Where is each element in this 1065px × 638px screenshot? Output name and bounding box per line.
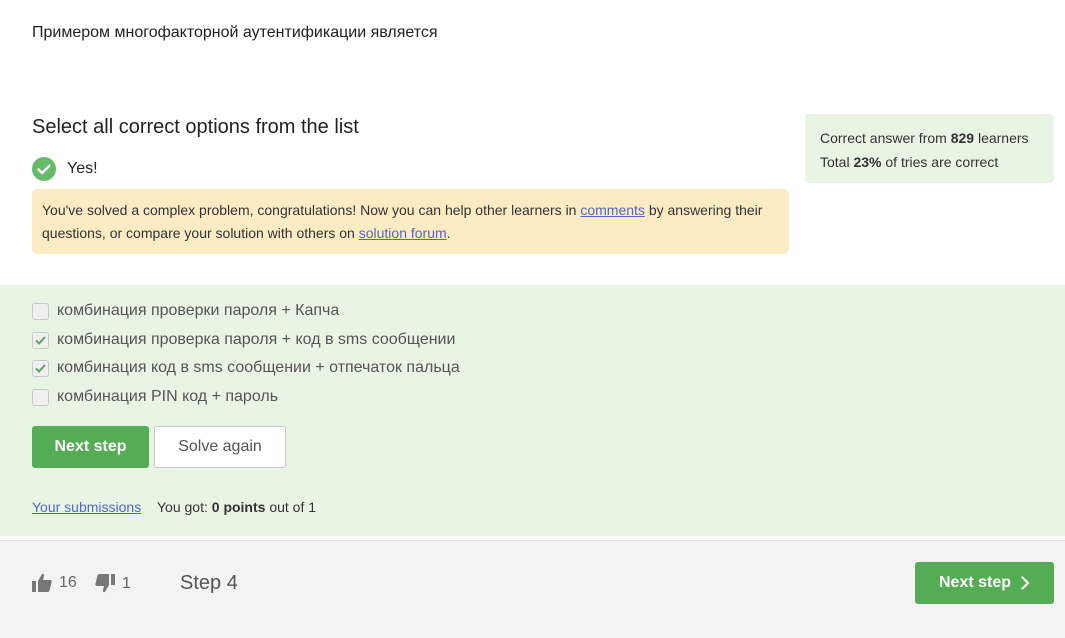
success-notice: You've solved a complex problem, congrat… (32, 189, 789, 254)
option-label: комбинация PIN код + пароль (57, 388, 279, 405)
solution-forum-link[interactable]: solution forum (359, 225, 447, 241)
thumbs-up-icon (32, 573, 52, 592)
likes-count: 16 (59, 573, 77, 591)
stats-percent-line: Total 23% of tries are correct (820, 150, 1039, 174)
checkbox-unchecked-icon[interactable] (32, 302, 49, 320)
like-button[interactable]: 16 (32, 573, 77, 592)
stats-learners-suffix: learners (974, 130, 1029, 146)
learners-count: 829 (950, 130, 975, 146)
stats-percent-suffix: of tries are correct (881, 154, 999, 170)
checkbox-checked-icon[interactable] (32, 331, 49, 349)
option-label: комбинация код в sms сообщении + отпечат… (57, 359, 460, 376)
dislikes-count: 1 (122, 574, 131, 592)
comments-link[interactable]: comments (580, 202, 645, 218)
notice-text-after: . (446, 225, 451, 241)
check-circle-icon (32, 157, 56, 181)
footer-next-step-button[interactable]: Next step (915, 562, 1054, 604)
option-1[interactable]: комбинация проверки пароля + Капча (32, 302, 339, 320)
option-3[interactable]: комбинация код в sms сообщении + отпечат… (32, 359, 460, 377)
correct-percent: 23% (853, 154, 882, 170)
stats-learners-line: Correct answer from 829 learners (820, 126, 1039, 150)
option-label: комбинация проверки пароля + Капча (57, 302, 340, 319)
thumbs-down-icon (95, 574, 115, 593)
score-text: You got: 0 points out of 1 (157, 499, 316, 515)
stats-percent-prefix: Total (820, 154, 854, 170)
stats-panel: Correct answer from 829 learners Total 2… (805, 114, 1054, 183)
question-text: Примером многофакторной аутентификации я… (32, 24, 438, 41)
score-suffix: out of 1 (265, 499, 317, 515)
task-heading: Select all correct options from the list (32, 116, 359, 138)
result-status: Yes! (32, 157, 98, 181)
footer-next-step-label: Next step (938, 574, 1012, 591)
next-step-button[interactable]: Next step (32, 426, 149, 468)
stats-learners-prefix: Correct answer from (820, 130, 951, 146)
step-footer: 16 1 Step 4 Next step (0, 540, 1065, 638)
solve-again-button[interactable]: Solve again (154, 426, 286, 468)
option-2[interactable]: комбинация проверка пароля + код в sms с… (32, 331, 455, 349)
option-4[interactable]: комбинация PIN код + пароль (32, 388, 278, 406)
dislike-button[interactable]: 1 (95, 574, 131, 593)
notice-text-before: You've solved a complex problem, congrat… (42, 202, 581, 218)
result-label: Yes! (67, 160, 98, 177)
score-points: 0 points (211, 499, 266, 515)
score-prefix: You got: (157, 499, 212, 515)
your-submissions-link[interactable]: Your submissions (32, 499, 141, 515)
checkbox-unchecked-icon[interactable] (32, 388, 49, 406)
step-label: Step 4 (180, 572, 238, 594)
chevron-right-icon (1021, 576, 1030, 590)
option-label: комбинация проверка пароля + код в sms с… (57, 331, 456, 348)
checkbox-checked-icon[interactable] (32, 359, 49, 377)
